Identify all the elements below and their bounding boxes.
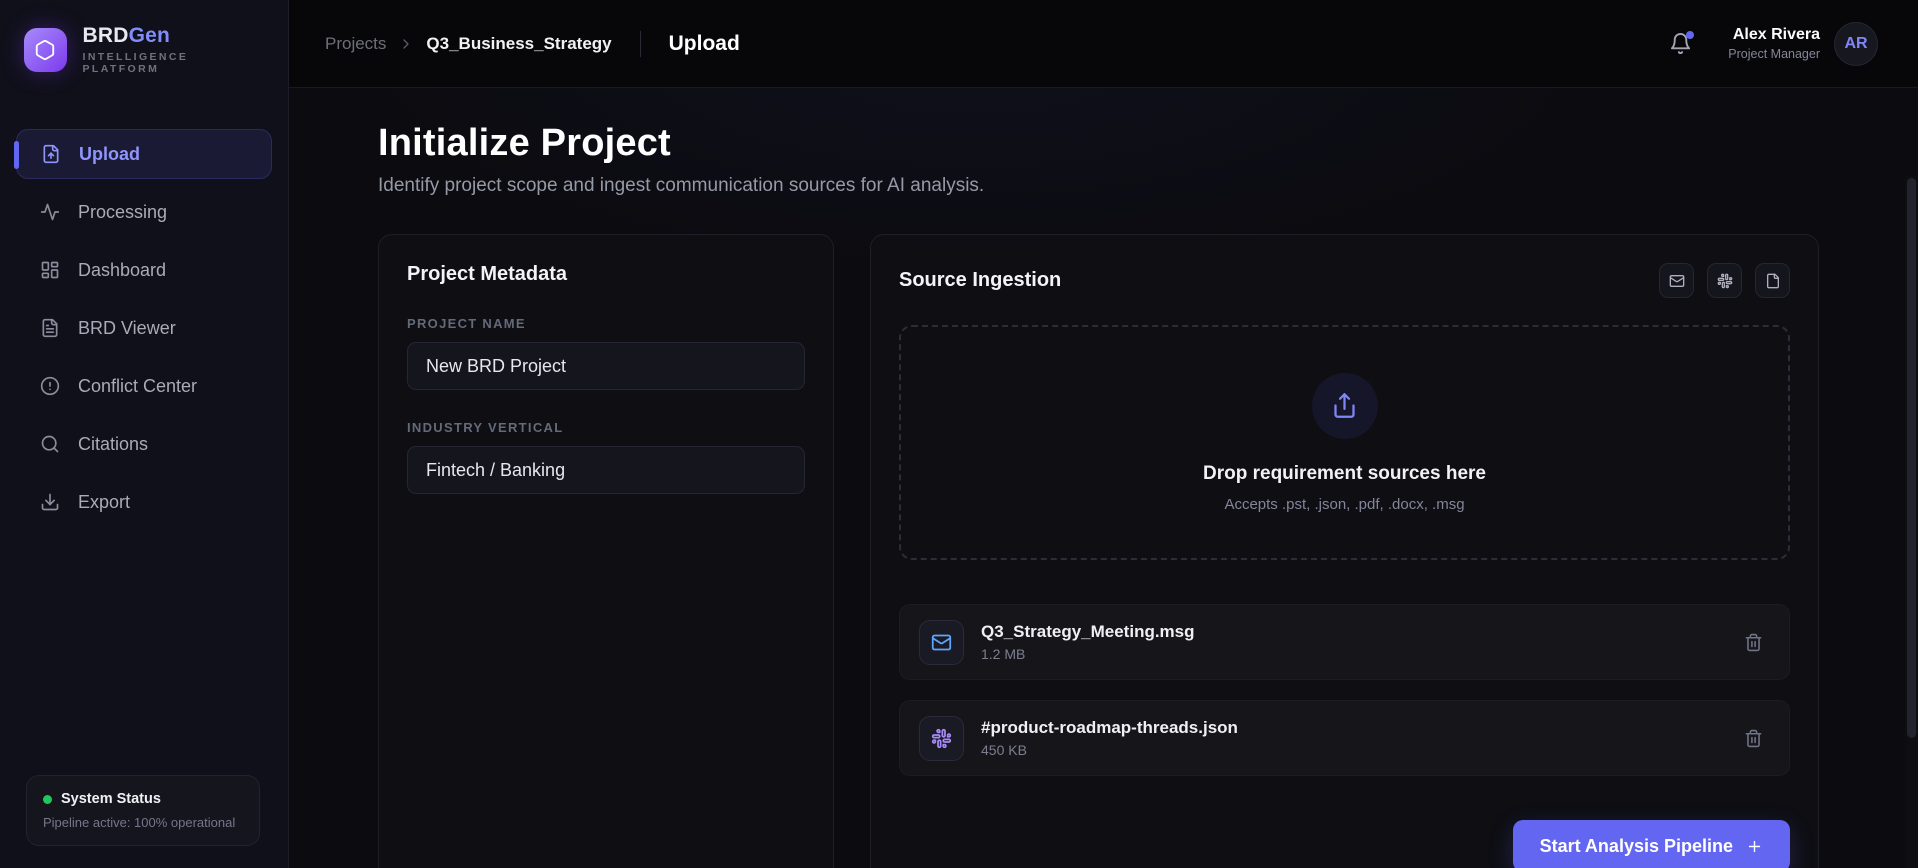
sidebar-item-label: Processing (78, 201, 168, 222)
dropzone-title: Drop requirement sources here (1203, 462, 1486, 484)
download-icon (41, 493, 59, 511)
project-name-input[interactable] (407, 342, 805, 390)
file-type-tile (919, 715, 964, 761)
file-text-icon (42, 318, 58, 338)
slack-source-button[interactable] (1707, 263, 1742, 298)
user-name: Alex Rivera (1732, 26, 1820, 43)
file-up-icon (43, 144, 59, 164)
file-dropzone[interactable]: Drop requirement sources here Accepts .p… (899, 325, 1790, 560)
sidebar-item-label: Citations (78, 433, 149, 454)
mail-source-button[interactable] (1659, 263, 1694, 298)
file-name: #product-roadmap-threads.json (981, 718, 1238, 737)
sidebar-item-export[interactable]: Export (16, 477, 272, 527)
sidebar-item-brd-viewer[interactable]: BRD Viewer (16, 303, 272, 353)
sidebar-item-conflict-center[interactable]: Conflict Center (16, 361, 272, 411)
breadcrumb-project-name[interactable]: Q3_Business_Strategy (426, 34, 611, 54)
trash-icon (1745, 729, 1762, 747)
status-title: System Status (61, 791, 161, 807)
file-row-msg: Q3_Strategy_Meeting.msg 1.2 MB (899, 604, 1790, 680)
page-title: Upload (668, 31, 740, 55)
chevron-right-icon (398, 36, 414, 52)
dashboard-grid-icon (41, 261, 59, 279)
sidebar-item-label: Dashboard (78, 259, 167, 280)
metadata-card-title: Project Metadata (407, 263, 568, 285)
file-icon (1766, 273, 1779, 288)
avatar[interactable]: AR (1834, 21, 1878, 66)
sidebar-item-label: BRD Viewer (78, 317, 176, 338)
industry-vertical-label: INDUSTRY VERTICAL (407, 420, 564, 435)
upload-share-icon (1334, 393, 1355, 418)
start-analysis-pipeline-button[interactable]: Start Analysis Pipeline (1512, 820, 1790, 868)
source-type-buttons (1659, 263, 1790, 298)
scrollbar-thumb[interactable] (1907, 178, 1916, 738)
cta-label: Start Analysis Pipeline (1539, 835, 1733, 856)
system-status-card: System Status Pipeline active: 100% oper… (26, 775, 260, 846)
delete-file-button[interactable] (1744, 729, 1763, 748)
notifications-button[interactable] (1669, 31, 1695, 55)
app-root: BRDGen INTELLIGENCE PLATFORM Upload Proc… (0, 0, 1918, 868)
sidebar-item-processing[interactable]: Processing (16, 187, 272, 237)
breadcrumb-projects[interactable]: Projects (325, 34, 386, 54)
source-ingestion-card: Source Ingestion Drop requirement source… (870, 234, 1819, 868)
file-row-json: #product-roadmap-threads.json 450 KB (899, 700, 1790, 776)
project-name-label: PROJECT NAME (407, 316, 526, 331)
file-size: 1.2 MB (981, 646, 1026, 662)
delete-file-button[interactable] (1744, 633, 1763, 652)
brand-logo: BRDGen INTELLIGENCE PLATFORM (0, 24, 288, 75)
sidebar-nav: Upload Processing Dashboard BRD Viewer C… (0, 129, 288, 527)
main-area: Projects Q3_Business_Strategy Upload Ale… (289, 0, 1918, 868)
sidebar-item-citations[interactable]: Citations (16, 419, 272, 469)
slack-icon (931, 728, 952, 748)
breadcrumb-divider (639, 30, 641, 57)
section-title: Initialize Project (378, 122, 671, 164)
user-role: Project Manager (1728, 47, 1820, 61)
user-chip: Alex Rivera Project Manager AR (1728, 21, 1878, 66)
trash-icon (1745, 633, 1762, 651)
file-source-button[interactable] (1755, 263, 1790, 298)
content-area: Initialize Project Identify project scop… (289, 88, 1918, 868)
status-detail: Pipeline active: 100% operational (43, 815, 236, 830)
section-subtitle: Identify project scope and ingest commun… (378, 175, 985, 196)
dropzone-hint: Accepts .pst, .json, .pdf, .docx, .msg (1224, 495, 1465, 513)
brand-primary: BRD (82, 24, 129, 47)
search-icon (41, 435, 59, 453)
header-actions: Alex Rivera Project Manager AR (1669, 21, 1878, 66)
file-type-tile (919, 619, 964, 665)
slack-icon (1717, 273, 1732, 288)
hexagon-logo-icon (24, 27, 67, 72)
breadcrumb: Projects Q3_Business_Strategy Upload (325, 30, 740, 57)
sidebar: BRDGen INTELLIGENCE PLATFORM Upload Proc… (0, 0, 289, 868)
activity-icon (40, 203, 60, 221)
industry-vertical-input[interactable] (407, 446, 805, 494)
sidebar-item-label: Conflict Center (78, 375, 198, 396)
ingestion-card-title: Source Ingestion (899, 269, 1062, 291)
sidebar-item-label: Upload (79, 143, 140, 164)
sidebar-item-dashboard[interactable]: Dashboard (16, 245, 272, 295)
alert-circle-icon (40, 376, 60, 396)
sidebar-item-label: Export (78, 491, 131, 512)
sidebar-item-upload[interactable]: Upload (14, 129, 272, 179)
notification-dot (1686, 31, 1695, 39)
top-header: Projects Q3_Business_Strategy Upload Ale… (289, 0, 1918, 88)
file-name: Q3_Strategy_Meeting.msg (981, 622, 1195, 641)
brand-name: BRDGen INTELLIGENCE PLATFORM (83, 24, 265, 75)
upload-circle (1311, 372, 1378, 439)
mail-icon (1669, 274, 1684, 287)
mail-icon (931, 634, 952, 650)
brand-tagline: INTELLIGENCE PLATFORM (82, 51, 189, 75)
plus-icon (1748, 840, 1761, 852)
project-metadata-card: Project Metadata PROJECT NAME INDUSTRY V… (378, 234, 834, 868)
file-size: 450 KB (981, 742, 1027, 758)
vertical-scrollbar[interactable] (1905, 176, 1918, 868)
brand-accent: Gen (128, 24, 171, 47)
status-green-dot-icon (43, 794, 52, 804)
